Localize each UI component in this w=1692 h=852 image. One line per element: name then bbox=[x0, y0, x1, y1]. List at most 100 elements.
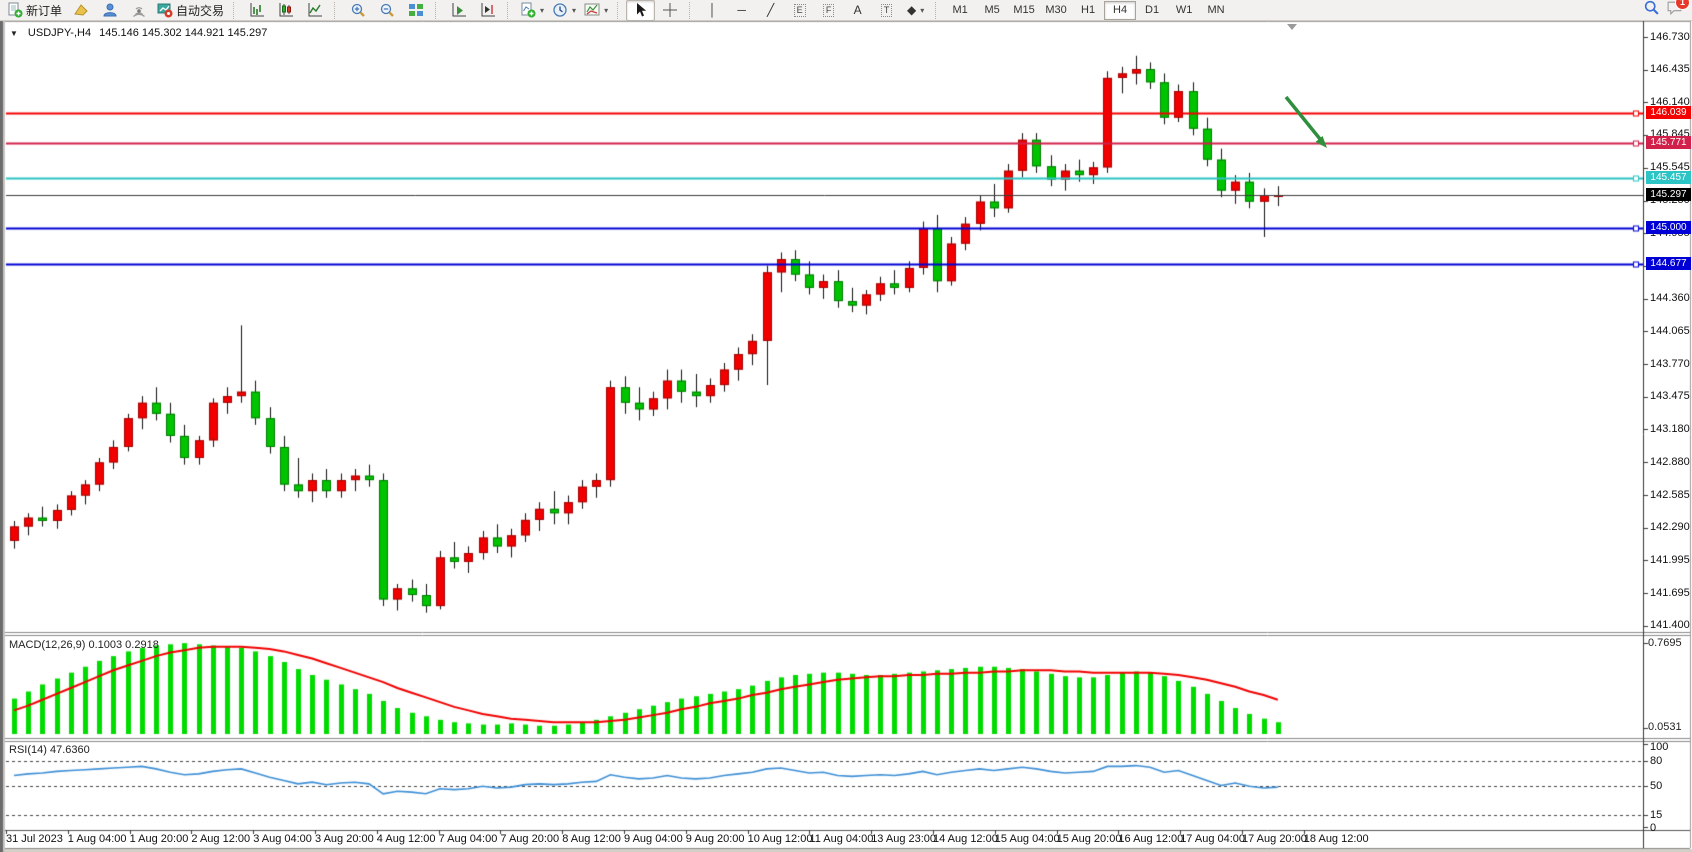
trendline-icon: ╱ bbox=[767, 3, 774, 17]
trend-arrow-annotation[interactable] bbox=[1280, 92, 1340, 162]
time-axis-label: 4 Aug 12:00 bbox=[377, 833, 436, 845]
price-tick-label: 141.995 bbox=[1650, 554, 1690, 566]
time-axis-label: 13 Aug 23:00 bbox=[871, 833, 936, 845]
styler-button[interactable] bbox=[66, 0, 95, 21]
timeframe-button-M5[interactable]: M5 bbox=[976, 1, 1008, 20]
toolbar-separator bbox=[507, 2, 512, 19]
template-icon bbox=[584, 2, 600, 18]
fibonacci-button[interactable]: F bbox=[814, 0, 843, 21]
time-axis-label: 7 Aug 20:00 bbox=[500, 833, 559, 845]
price-tick-label: 146.435 bbox=[1650, 63, 1690, 75]
chart-shift-marker[interactable] bbox=[1287, 24, 1297, 30]
time-axis-label: 17 Aug 04:00 bbox=[1180, 833, 1245, 845]
notification-badge: 1 bbox=[1675, 0, 1690, 10]
signals-button[interactable] bbox=[124, 0, 153, 21]
time-axis-label: 7 Aug 04:00 bbox=[439, 833, 498, 845]
price-line-badge[interactable]: 145.771 bbox=[1646, 136, 1691, 149]
label-icon: T bbox=[881, 4, 893, 17]
timeframe-button-M15[interactable]: M15 bbox=[1008, 1, 1040, 20]
time-axis-label: 2 Aug 12:00 bbox=[191, 833, 250, 845]
candlestick-chart-button[interactable] bbox=[271, 0, 300, 21]
caret-down-icon: ▾ bbox=[572, 6, 576, 15]
templates-dropdown[interactable]: ▾ bbox=[580, 0, 612, 21]
price-tick-label: 143.475 bbox=[1650, 390, 1690, 402]
bar-chart-icon bbox=[249, 2, 265, 18]
search-icon[interactable] bbox=[1643, 0, 1660, 21]
time-axis-label: 31 Jul 2023 bbox=[6, 833, 63, 845]
zoom-out-button[interactable] bbox=[372, 0, 401, 21]
horizontal-line-icon: ─ bbox=[737, 3, 746, 17]
trendline-button[interactable]: ╱ bbox=[756, 0, 785, 21]
arrows-dropdown[interactable]: ◆▾ bbox=[901, 0, 930, 21]
price-line-badge[interactable]: 144.677 bbox=[1646, 257, 1691, 270]
timeframe-button-MN[interactable]: MN bbox=[1200, 1, 1232, 20]
chart-title: ▼ USDJPY-,H4 145.146 145.302 144.921 145… bbox=[10, 27, 267, 39]
timeframe-button-M30[interactable]: M30 bbox=[1040, 1, 1072, 20]
rsi-level-label: 15 bbox=[1650, 809, 1662, 821]
vertical-line-button[interactable]: │ bbox=[698, 0, 727, 21]
auto-scroll-icon bbox=[451, 2, 467, 18]
periods-dropdown[interactable]: ▾ bbox=[548, 0, 580, 21]
price-line-badge[interactable]: 146.039 bbox=[1646, 106, 1691, 119]
price-tick-label: 144.065 bbox=[1650, 325, 1690, 337]
text-button[interactable]: A bbox=[843, 0, 872, 21]
zoom-in-icon bbox=[350, 2, 366, 18]
price-tick-label: 141.695 bbox=[1650, 587, 1690, 599]
timeframe-button-M1[interactable]: M1 bbox=[944, 1, 976, 20]
macd-scale-top-label: 0.7695 bbox=[1648, 637, 1682, 649]
line-chart-button[interactable] bbox=[300, 0, 329, 21]
current-price-badge[interactable]: 145.297 bbox=[1646, 188, 1691, 201]
price-line-badge[interactable]: 145.457 bbox=[1646, 171, 1691, 184]
mt4-application: { "window": { "symbol_period": "USDJPY-,… bbox=[0, 0, 1692, 852]
zoom-in-button[interactable] bbox=[343, 0, 372, 21]
cursor-button[interactable] bbox=[626, 0, 655, 21]
timeframe-button-H4[interactable]: H4 bbox=[1104, 1, 1136, 20]
timeframe-button-H1[interactable]: H1 bbox=[1072, 1, 1104, 20]
price-tick-label: 142.880 bbox=[1650, 456, 1690, 468]
indicators-dropdown[interactable]: ▾ bbox=[516, 0, 548, 21]
rsi-level-label: 100 bbox=[1650, 741, 1668, 753]
time-axis-label: 3 Aug 04:00 bbox=[253, 833, 312, 845]
timeframe-button-W1[interactable]: W1 bbox=[1168, 1, 1200, 20]
bar-chart-button[interactable] bbox=[242, 0, 271, 21]
new-order-icon bbox=[7, 2, 23, 18]
candlestick-chart-icon bbox=[278, 2, 294, 18]
time-axis-label: 17 Aug 20:00 bbox=[1242, 833, 1307, 845]
chart-shift-icon bbox=[480, 2, 496, 18]
price-tick-label: 146.730 bbox=[1650, 31, 1690, 43]
crosshair-button[interactable] bbox=[655, 0, 684, 21]
chart-symbol-period: USDJPY-,H4 bbox=[28, 27, 91, 39]
clock-icon bbox=[552, 2, 568, 18]
main-toolbar: 新订单 自动交易 ▾ ▾ ▾ │ ─ ╱ E F A T ◆▾ M1M5M15M… bbox=[0, 0, 1692, 21]
price-chart-canvas[interactable] bbox=[0, 0, 1692, 852]
macd-indicator-label: MACD(12,26,9) 0.1003 0.2918 bbox=[9, 639, 159, 651]
oneclick-trading-arrow-icon[interactable]: ▼ bbox=[10, 29, 18, 38]
macd-scale-bottom-label: 0.0531 bbox=[1648, 721, 1682, 733]
fibonacci-icon: F bbox=[823, 4, 835, 17]
channel-icon: E bbox=[794, 4, 806, 17]
price-tick-label: 142.585 bbox=[1650, 489, 1690, 501]
tile-windows-button[interactable] bbox=[401, 0, 430, 21]
chat-button[interactable]: 1 bbox=[1666, 0, 1683, 21]
tile-windows-icon bbox=[408, 2, 424, 18]
metaeditor-button[interactable] bbox=[95, 0, 124, 21]
toolbar-separator bbox=[935, 2, 940, 19]
equidistant-channel-button[interactable]: E bbox=[785, 0, 814, 21]
autotrading-label: 自动交易 bbox=[176, 2, 224, 19]
chart-shift-button[interactable] bbox=[473, 0, 502, 21]
time-axis-label: 10 Aug 12:00 bbox=[748, 833, 813, 845]
auto-scroll-button[interactable] bbox=[444, 0, 473, 21]
price-tick-label: 142.290 bbox=[1650, 521, 1690, 533]
price-tick-label: 144.360 bbox=[1650, 292, 1690, 304]
toolbar-right-group: 1 bbox=[1643, 0, 1689, 21]
autotrading-button[interactable]: 自动交易 bbox=[153, 0, 228, 21]
metaeditor-icon bbox=[102, 2, 118, 18]
horizontal-line-button[interactable]: ─ bbox=[727, 0, 756, 21]
text-label-button[interactable]: T bbox=[872, 0, 901, 21]
price-line-badge[interactable]: 145.000 bbox=[1646, 221, 1691, 234]
toolbar-separator bbox=[233, 2, 238, 19]
time-axis-label: 8 Aug 12:00 bbox=[562, 833, 621, 845]
new-order-button[interactable]: 新订单 bbox=[3, 0, 66, 21]
timeframe-button-D1[interactable]: D1 bbox=[1136, 1, 1168, 20]
rsi-indicator-label: RSI(14) 47.6360 bbox=[9, 744, 90, 756]
